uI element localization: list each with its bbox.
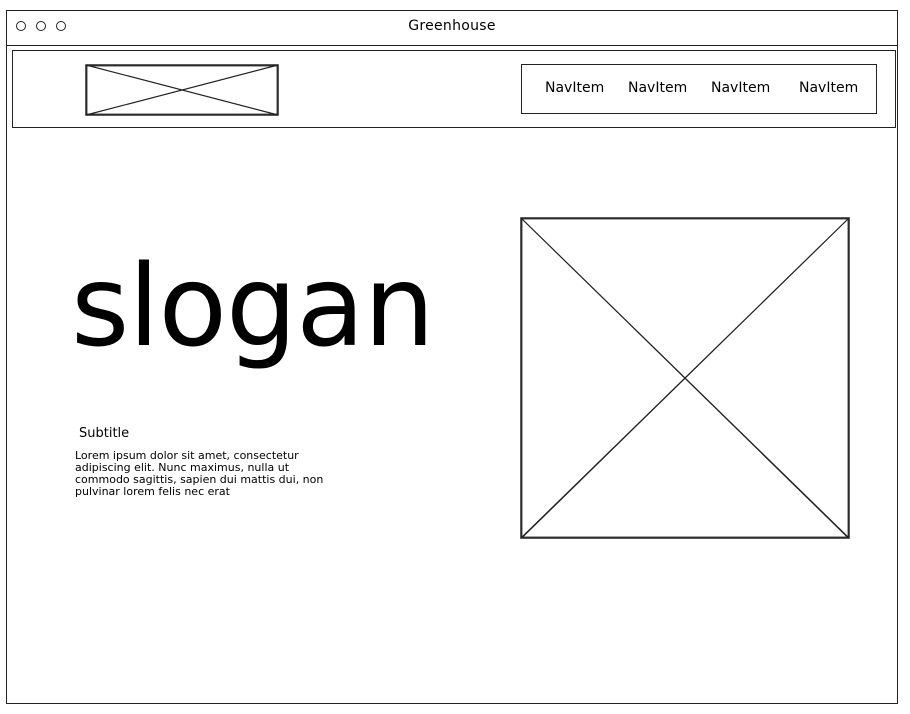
nav-item-2[interactable]: NavItem xyxy=(628,80,687,96)
logo-placeholder-image[interactable] xyxy=(85,64,279,116)
window-title: Greenhouse xyxy=(408,18,496,34)
browser-window: Greenhouse NavItem NavItem NavItem NavIt… xyxy=(6,10,898,704)
site-header: NavItem NavItem NavItem NavItem xyxy=(12,50,896,128)
hero-subtitle: Subtitle xyxy=(79,426,130,441)
main-navigation: NavItem NavItem NavItem NavItem xyxy=(521,64,877,114)
title-bar: Greenhouse xyxy=(7,11,897,46)
hero-body-text: Lorem ipsum dolor sit amet, consectetur … xyxy=(75,449,324,498)
hero-slogan: slogan xyxy=(71,242,435,372)
hero-image-placeholder xyxy=(520,217,850,539)
nav-item-3[interactable]: NavItem xyxy=(711,80,770,96)
nav-item-1[interactable]: NavItem xyxy=(545,80,604,96)
nav-item-4[interactable]: NavItem xyxy=(799,80,858,96)
